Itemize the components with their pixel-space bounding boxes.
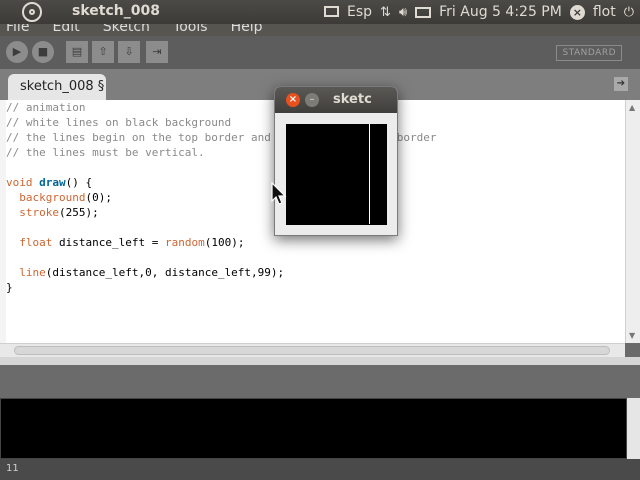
network-icon[interactable]: ⇅ <box>380 5 391 20</box>
menu-help[interactable]: Help <box>231 24 263 35</box>
app-title: sketch_008 <box>72 3 160 19</box>
tab-menu-arrow-icon[interactable]: ➔ <box>614 77 628 91</box>
status-bar: 11 <box>0 459 640 480</box>
sketch-titlebar[interactable]: × – sketc <box>275 87 397 113</box>
new-button[interactable]: ▤ <box>66 41 88 63</box>
menu-file[interactable]: File <box>6 24 29 35</box>
tab-sketch[interactable]: sketch_008 § <box>8 74 106 100</box>
stop-icon: ■ <box>37 45 49 58</box>
editor-vertical-scrollbar[interactable]: ▲ ▼ <box>625 100 640 343</box>
code-line: // white lines on black background <box>6 116 232 129</box>
mode-badge[interactable]: STANDARD <box>556 45 622 61</box>
user-name[interactable]: flot <box>593 4 616 20</box>
stop-button[interactable]: ■ <box>32 41 54 63</box>
code-line: line(distance_left,0, distance_left,99); <box>19 266 285 279</box>
user-status-icon[interactable]: × <box>569 4 585 20</box>
editor-horizontal-scrollbar[interactable] <box>0 343 625 357</box>
menu-bar: File Edit Sketch Tools Help <box>0 24 640 36</box>
console-output[interactable] <box>0 398 627 459</box>
system-tray: Esp ⇅ 🔊︎ Fri Aug 5 4:25 PM × flot ⏻ <box>324 0 634 24</box>
horizontal-scroll-thumb[interactable] <box>14 346 610 355</box>
open-button[interactable]: ⇧ <box>92 41 114 63</box>
keyboard-layout[interactable]: Esp <box>347 4 372 20</box>
display-icon[interactable] <box>324 5 339 17</box>
new-icon: ▤ <box>71 45 83 58</box>
close-window-button[interactable]: × <box>286 93 300 107</box>
white-vertical-line <box>369 124 370 224</box>
top-panel: sketch_008 Esp ⇅ 🔊︎ Fri Aug 5 4:25 PM × … <box>0 0 640 24</box>
console-scrollbar[interactable] <box>627 398 640 459</box>
menu-edit[interactable]: Edit <box>53 24 80 35</box>
power-icon[interactable]: ⏻ <box>624 5 634 20</box>
mouse-pointer-icon <box>271 182 287 205</box>
save-button[interactable]: ⇩ <box>118 41 140 63</box>
menu-tools[interactable]: Tools <box>173 24 208 35</box>
ubuntu-logo-icon[interactable] <box>22 2 42 22</box>
save-icon: ⇩ <box>124 45 134 58</box>
editor-console-splitter[interactable] <box>0 357 640 365</box>
message-area <box>0 365 640 398</box>
code-line: } <box>6 281 13 294</box>
toolbar: ▶ ■ ▤ ⇧ ⇩ ⇥ STANDARD <box>0 36 640 69</box>
mail-icon[interactable] <box>415 6 432 18</box>
code-line: void draw() { <box>6 176 93 189</box>
sketch-window-title: sketc <box>333 92 372 107</box>
line-number: 11 <box>6 463 19 474</box>
run-icon: ▶ <box>12 45 22 58</box>
export-button[interactable]: ⇥ <box>146 41 168 63</box>
code-line: stroke(255); <box>19 206 99 219</box>
code-line: // animation <box>6 101 86 114</box>
menu-sketch[interactable]: Sketch <box>103 24 150 35</box>
export-icon: ⇥ <box>152 45 162 58</box>
sketch-canvas[interactable] <box>286 124 387 225</box>
run-button[interactable]: ▶ <box>6 41 28 63</box>
sketch-window[interactable]: × – sketc <box>274 86 398 236</box>
clock[interactable]: Fri Aug 5 4:25 PM <box>439 4 562 20</box>
open-icon: ⇧ <box>98 45 108 58</box>
minimize-window-button[interactable]: – <box>305 93 319 107</box>
scroll-down-icon[interactable]: ▼ <box>629 331 635 340</box>
volume-icon[interactable]: 🔊︎ <box>399 5 407 20</box>
scroll-up-icon[interactable]: ▲ <box>629 103 635 112</box>
code-line: background(0); <box>19 191 112 204</box>
code-line: // the lines must be vertical. <box>6 146 205 159</box>
code-line: float distance_left = random(100); <box>19 236 245 249</box>
